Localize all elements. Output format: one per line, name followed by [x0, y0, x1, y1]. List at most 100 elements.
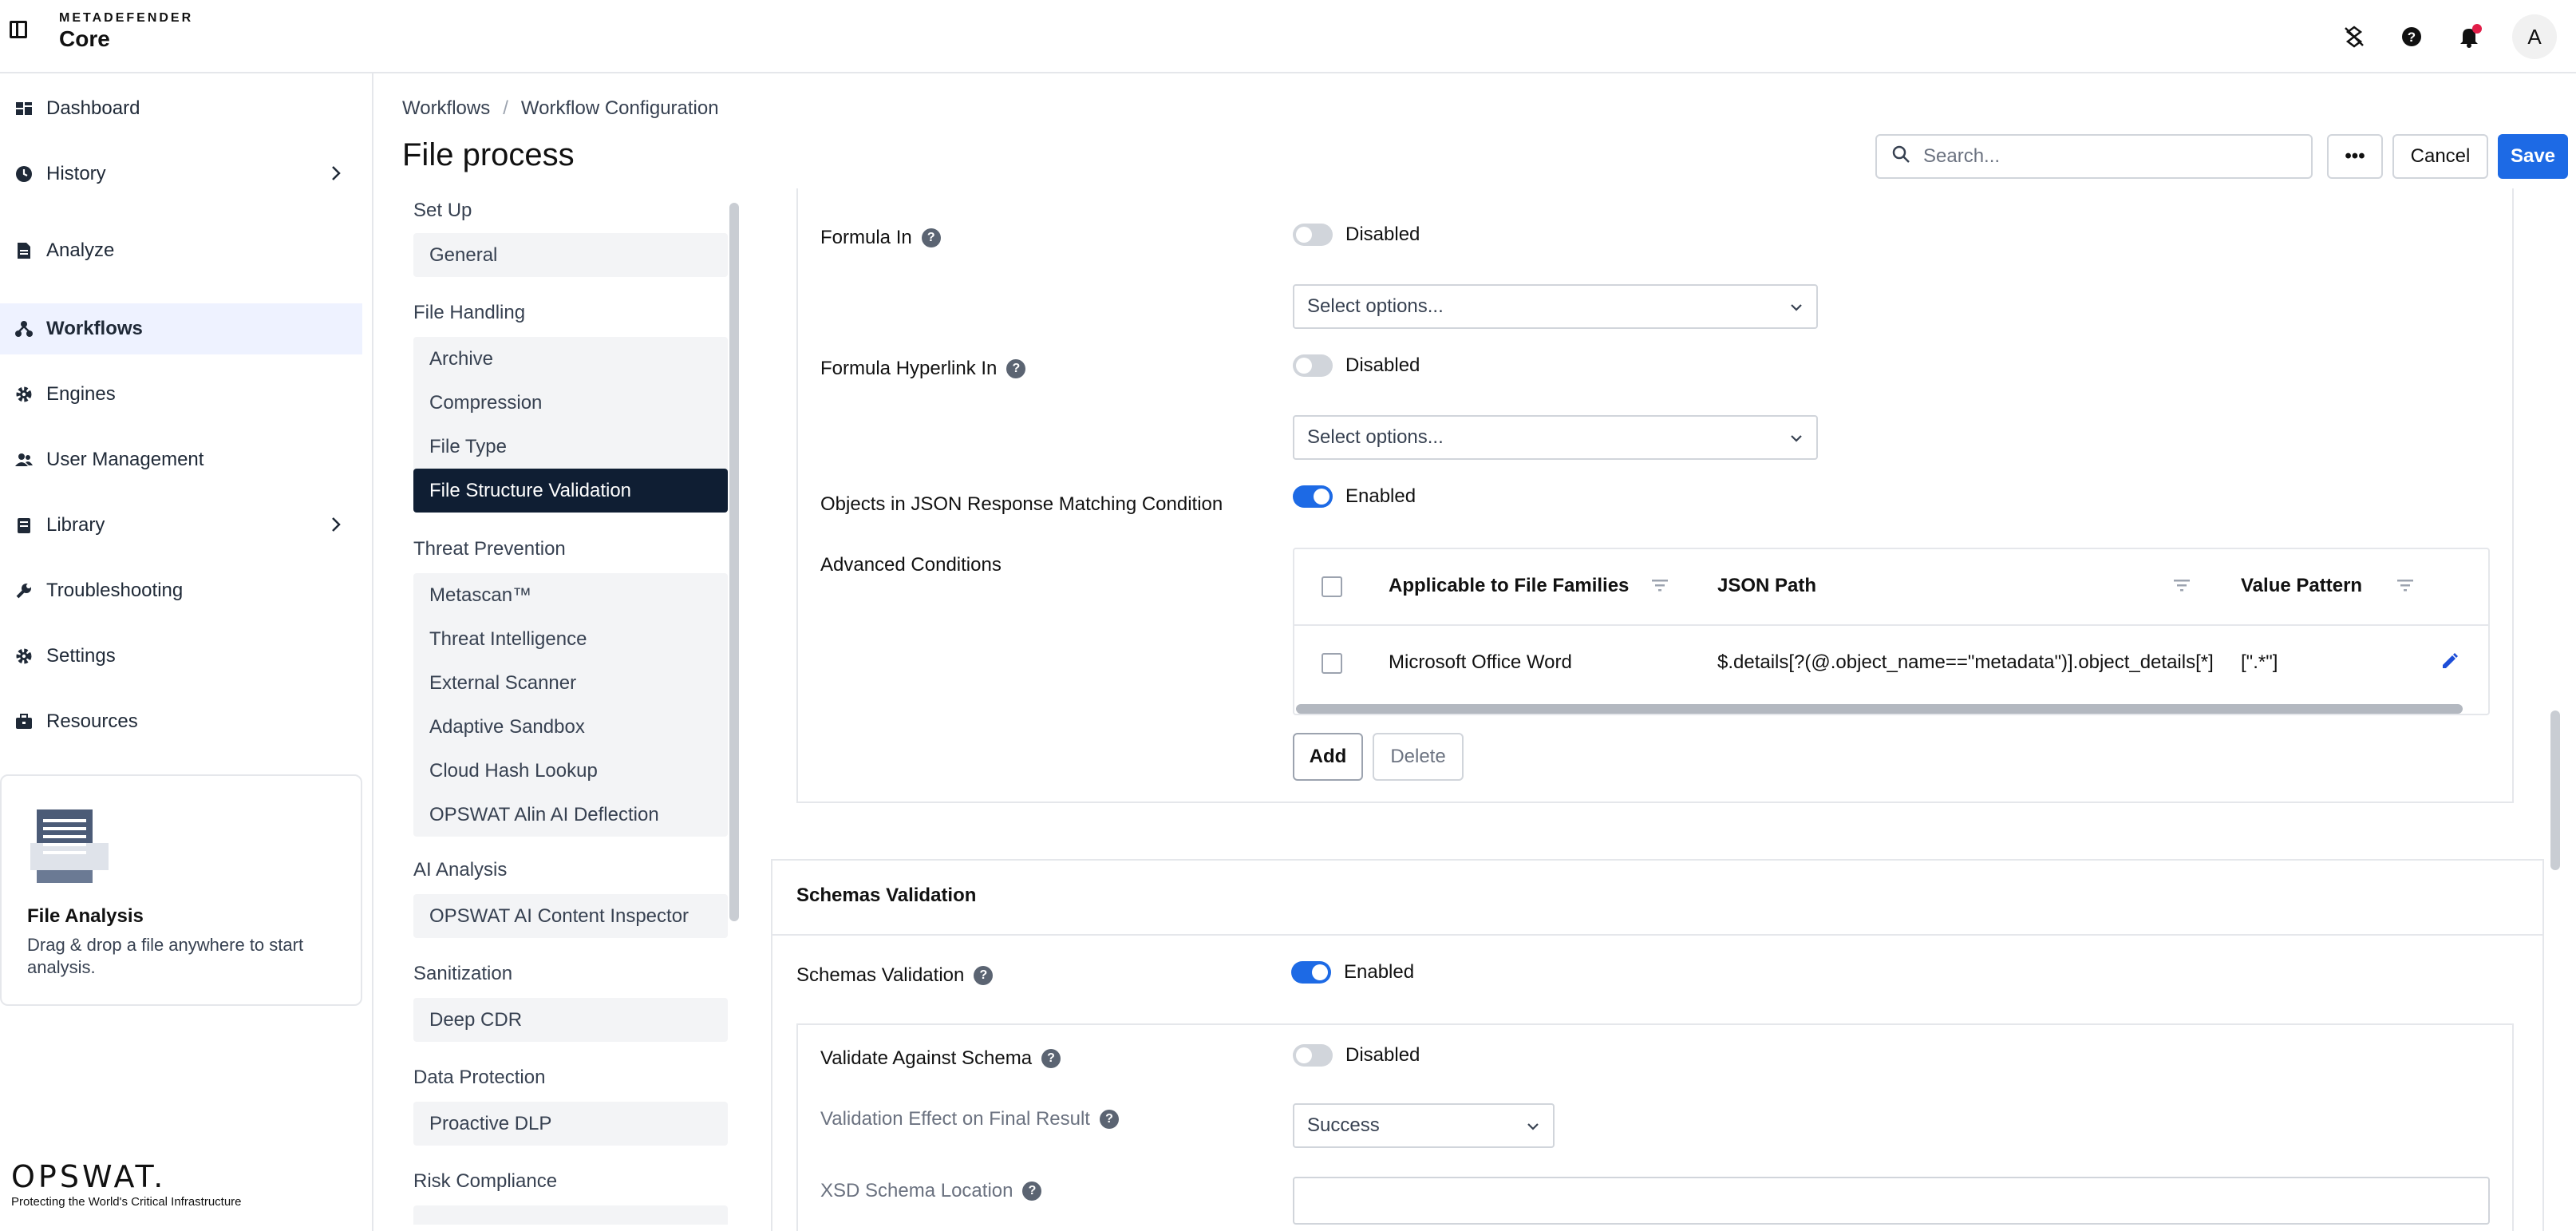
file-analysis-title: File Analysis [27, 905, 144, 927]
help-icon[interactable]: ? [1099, 1110, 1119, 1129]
column-header-json-path[interactable]: JSON Path [1717, 575, 1816, 597]
validation-effect-select[interactable]: Success [1293, 1103, 1555, 1148]
file-analysis-description: Drag & drop a file anywhere to start ana… [27, 935, 304, 977]
nav-group-threat-prevention-items: Metascan™ Threat Intelligence External S… [413, 573, 728, 837]
toggle-switch[interactable] [1293, 1044, 1333, 1067]
toggle-state: Enabled [1345, 485, 1416, 507]
nav-item-compression[interactable]: Compression [413, 381, 728, 425]
nav-group-ai-analysis-items: OPSWAT AI Content Inspector [413, 894, 728, 938]
nav-group-threat-prevention: Threat Prevention [413, 538, 566, 560]
breadcrumb-workflows[interactable]: Workflows [402, 97, 490, 120]
opswat-logo: OPSWAT. [11, 1159, 167, 1194]
file-analysis-card[interactable]: File Analysis Drag & drop a file anywher… [0, 774, 362, 1006]
sidebar-item-settings[interactable]: Settings [0, 631, 362, 682]
document-icon [29, 808, 110, 890]
sidebar-item-label: Library [46, 514, 105, 536]
delete-button[interactable]: Delete [1373, 733, 1464, 781]
top-icons: ? A [2340, 14, 2557, 59]
nav-item-cloud-hash-lookup[interactable]: Cloud Hash Lookup [413, 749, 728, 793]
content-scrollbar[interactable] [2550, 710, 2560, 870]
help-icon[interactable]: ? [1041, 1049, 1061, 1068]
cancel-button[interactable]: Cancel [2392, 134, 2488, 179]
help-icon[interactable]: ? [2397, 22, 2426, 51]
filter-icon[interactable] [1650, 576, 1669, 599]
nav-item-proactive-dlp[interactable]: Proactive DLP [413, 1102, 728, 1146]
filter-icon[interactable] [2172, 576, 2191, 599]
help-icon[interactable]: ? [921, 228, 941, 247]
page-title: File process [402, 137, 575, 172]
column-header-file-families[interactable]: Applicable to File Families [1389, 575, 1629, 597]
nav-group-risk-compliance-items [413, 1205, 728, 1225]
column-header-value-pattern[interactable]: Value Pattern [2241, 575, 2362, 597]
add-button[interactable]: Add [1293, 733, 1363, 781]
nav-item-threat-intelligence[interactable]: Threat Intelligence [413, 617, 728, 661]
advanced-conditions-table: Applicable to File Families JSON Path Va… [1293, 548, 2490, 715]
validation-effect-text: Validation Effect on Final Result [820, 1108, 1090, 1130]
nav-item-adaptive-sandbox[interactable]: Adaptive Sandbox [413, 705, 728, 749]
sidebar-item-label: Engines [46, 383, 116, 405]
sidebar-item-user-management[interactable]: User Management [0, 434, 362, 485]
schemas-validation-toggle[interactable]: Enabled [1291, 961, 1414, 984]
help-icon[interactable]: ? [1006, 359, 1026, 378]
sidebar-item-label: History [46, 163, 106, 184]
row-checkbox[interactable] [1322, 653, 1342, 674]
advanced-conditions-text: Advanced Conditions [820, 554, 1002, 576]
help-icon[interactable]: ? [1022, 1182, 1042, 1201]
nav-item-ai-deflection[interactable]: OPSWAT Alin AI Deflection [413, 793, 728, 837]
gear-icon [14, 385, 34, 404]
formula-in-toggle[interactable]: Disabled [1293, 224, 1420, 246]
search-input[interactable] [1923, 145, 2290, 168]
nav-item-file-structure-validation[interactable]: File Structure Validation [413, 469, 728, 513]
sidebar-item-workflows[interactable]: Workflows [0, 303, 362, 354]
nav-item-metascan[interactable]: Metascan™ [413, 573, 728, 617]
formula-hyperlink-in-toggle[interactable]: Disabled [1293, 354, 1420, 377]
formula-hyperlink-in-label: Formula Hyperlink In ? [820, 358, 1026, 380]
save-button[interactable]: Save [2498, 134, 2568, 179]
nav-group-ai-analysis: AI Analysis [413, 859, 508, 881]
sidebar-item-history[interactable]: History [0, 148, 362, 200]
nav-item-archive[interactable]: Archive [413, 337, 728, 381]
workflows-icon [14, 319, 34, 338]
more-options-button[interactable]: ••• [2327, 134, 2383, 179]
toggle-switch[interactable] [1291, 961, 1331, 984]
nav-item-deep-cdr[interactable]: Deep CDR [413, 998, 728, 1042]
sidebar-item-resources[interactable]: Resources [0, 696, 362, 747]
formula-in-select[interactable]: Select options... [1293, 284, 1818, 329]
xsd-schema-location-input[interactable] [1293, 1177, 2490, 1225]
sidebar-item-engines[interactable]: Engines [0, 369, 362, 420]
validate-against-schema-toggle[interactable]: Disabled [1293, 1044, 1420, 1067]
toggle-switch[interactable] [1293, 224, 1333, 246]
history-icon [14, 164, 34, 184]
settings-nav-scrollbar[interactable] [729, 203, 739, 921]
search-box[interactable] [1875, 134, 2313, 179]
objects-json-toggle[interactable]: Enabled [1293, 485, 1416, 508]
nav-item-file-type[interactable]: File Type [413, 425, 728, 469]
sidebar-item-analyze[interactable]: Analyze [0, 225, 362, 276]
edit-icon[interactable] [2440, 651, 2459, 676]
toggle-switch[interactable] [1293, 485, 1333, 508]
sidebar-item-dashboard[interactable]: Dashboard [0, 83, 362, 134]
help-icon[interactable]: ? [974, 966, 994, 985]
table-horizontal-scrollbar[interactable] [1296, 704, 2463, 714]
svg-text:?: ? [2408, 30, 2416, 45]
brand-main: Core [59, 26, 110, 51]
nav-item-general[interactable]: General [413, 233, 728, 277]
nav-item-ai-content-inspector[interactable]: OPSWAT AI Content Inspector [413, 894, 728, 938]
nav-group-file-handling: File Handling [413, 302, 526, 323]
no-connection-icon[interactable] [2340, 22, 2369, 51]
sidebar-item-label: Dashboard [46, 97, 140, 119]
filter-icon[interactable] [2396, 576, 2415, 599]
chevron-right-icon [330, 516, 342, 539]
nav-item-external-scanner[interactable]: External Scanner [413, 661, 728, 705]
sidebar-item-troubleshooting[interactable]: Troubleshooting [0, 565, 362, 616]
select-all-checkbox[interactable] [1322, 576, 1342, 597]
toggle-state: Disabled [1345, 354, 1420, 376]
collapse-sidebar-icon[interactable] [10, 21, 27, 38]
formula-hyperlink-in-select[interactable]: Select options... [1293, 415, 1818, 460]
sidebar-item-library[interactable]: Library [0, 500, 362, 551]
formula-in-label: Formula In ? [820, 227, 941, 249]
notifications-icon[interactable] [2455, 22, 2483, 51]
sidebar-item-label: Troubleshooting [46, 580, 184, 601]
avatar[interactable]: A [2512, 14, 2557, 59]
toggle-switch[interactable] [1293, 354, 1333, 377]
